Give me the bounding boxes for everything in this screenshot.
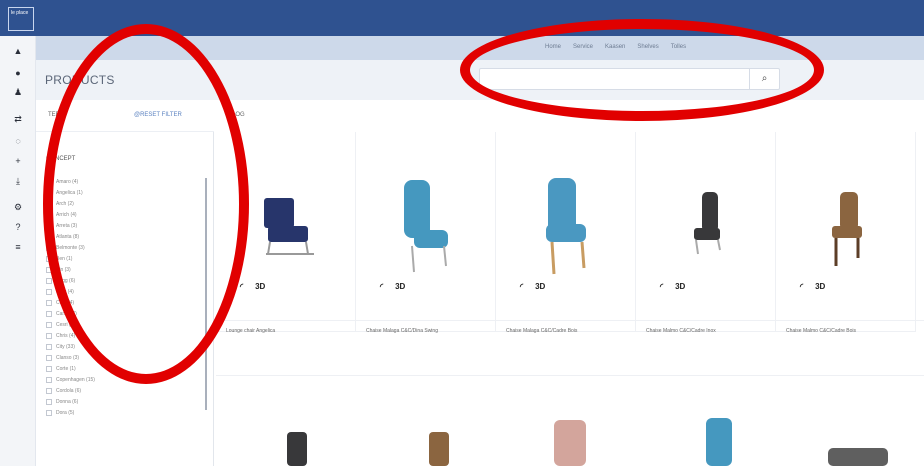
- product-name: Chaise Malaga C&C/Cadre Bois: [506, 328, 578, 334]
- chair-legs: [550, 241, 586, 275]
- checkbox[interactable]: [46, 376, 52, 383]
- 3d-button[interactable]: 3D: [535, 282, 545, 291]
- product-name: Chaise Malmo C&C/Cadre Inox: [646, 328, 716, 334]
- chair-seat: [414, 230, 448, 248]
- product-card[interactable]: ◜ 3D Chaise Malmo C&C/Cadre Bois: [776, 132, 916, 334]
- app-logo[interactable]: le place: [8, 7, 34, 31]
- checkbox[interactable]: [46, 299, 52, 306]
- product-tools: ◜ 3D: [660, 282, 685, 291]
- transfer-icon[interactable]: ⇄: [12, 114, 24, 124]
- settings-icon[interactable]: ⚙: [12, 202, 24, 212]
- chair-back: [702, 192, 718, 232]
- configure-icon[interactable]: ◜: [240, 282, 243, 291]
- checkbox[interactable]: [46, 365, 52, 372]
- filter-item[interactable]: Copenhagen (15): [46, 374, 95, 385]
- chair-frame: [695, 239, 721, 255]
- red-ring-annotation: [460, 19, 824, 121]
- filter-item-label: Corte (1): [56, 365, 76, 372]
- product-tools: ◜ 3D: [240, 282, 265, 291]
- filter-item-label: Donna (6): [56, 398, 79, 405]
- filter-item-label: Chris (4): [56, 332, 76, 339]
- refresh-icon[interactable]: ◌: [12, 136, 24, 146]
- chair-seat: [268, 226, 308, 242]
- configure-icon[interactable]: ◜: [520, 282, 523, 291]
- checkbox[interactable]: [46, 409, 52, 416]
- configure-icon[interactable]: ◜: [660, 282, 663, 291]
- filter-item[interactable]: Corte (1): [46, 363, 95, 374]
- checkbox[interactable]: [46, 332, 52, 339]
- add-icon[interactable]: +: [12, 156, 24, 166]
- product-tools: ◜ 3D: [380, 282, 405, 291]
- chair-back: [287, 432, 307, 466]
- chair-frame: [266, 241, 314, 255]
- filter-item-label: Clanso (3): [56, 354, 80, 361]
- checkbox[interactable]: [46, 277, 52, 284]
- configure-icon[interactable]: ◜: [800, 282, 803, 291]
- chair-back: [404, 180, 430, 238]
- checkbox[interactable]: [46, 310, 52, 317]
- chair-legs: [834, 238, 860, 266]
- filter-item[interactable]: Clanso (3): [46, 352, 95, 363]
- product-card[interactable]: ◜ 3D Chaise Malaga C&C/Dina Swing: [356, 132, 496, 334]
- filter-item[interactable]: Dora (5): [46, 407, 95, 418]
- red-ring-annotation: [43, 24, 249, 384]
- card-row-divider: [216, 320, 924, 321]
- product-name: Lounge chair Angelica: [226, 328, 276, 334]
- second-row-products: [216, 376, 924, 466]
- chair-image: [404, 180, 448, 273]
- product-tools: ◜ 3D: [800, 282, 825, 291]
- chair-frame: [411, 245, 447, 273]
- checkbox[interactable]: [46, 387, 52, 394]
- chair-back: [840, 192, 858, 230]
- chair-seat: [832, 226, 862, 238]
- 3d-button[interactable]: 3D: [395, 282, 405, 291]
- chair-back: [706, 418, 732, 466]
- home-icon[interactable]: ▲: [12, 46, 24, 56]
- pin-icon[interactable]: ●: [12, 68, 24, 78]
- chair-back: [429, 432, 449, 466]
- icon-rail: ▲ ● ♟ ⇄ ◌ + ⤓ ⚙ ? ≡: [0, 36, 36, 466]
- 3d-button[interactable]: 3D: [675, 282, 685, 291]
- chair-back: [264, 198, 294, 228]
- help-icon[interactable]: ?: [12, 222, 24, 232]
- checkbox[interactable]: [46, 398, 52, 405]
- download-icon[interactable]: ⤓: [12, 176, 24, 186]
- filter-item-label: Copenhagen (15): [56, 376, 95, 383]
- filter-item[interactable]: Cordola (6): [46, 385, 95, 396]
- bench-seat: [828, 448, 888, 466]
- list-icon[interactable]: ≡: [12, 242, 24, 252]
- configure-icon[interactable]: ◜: [380, 282, 383, 291]
- checkbox[interactable]: [46, 343, 52, 350]
- filter-item[interactable]: Donna (6): [46, 396, 95, 407]
- checkbox[interactable]: [46, 321, 52, 328]
- chair-image: [832, 192, 862, 266]
- 3d-button[interactable]: 3D: [255, 282, 265, 291]
- user-icon[interactable]: ♟: [12, 87, 24, 97]
- second-row-chairs: [287, 418, 888, 466]
- product-tools: ◜ 3D: [520, 282, 545, 291]
- chair-seat: [546, 224, 586, 242]
- product-card[interactable]: ◜ 3D Chaise Malaga C&C/Cadre Bois: [496, 132, 636, 334]
- checkbox[interactable]: [46, 354, 52, 361]
- filter-item-label: Dora (5): [56, 409, 75, 416]
- checkbox[interactable]: [46, 288, 52, 295]
- chair-seat: [694, 228, 720, 240]
- filter-item-label: Cordola (6): [56, 387, 82, 394]
- product-card[interactable]: ◜ 3D Chaise Malmo C&C/Cadre Inox: [636, 132, 776, 334]
- 3d-button[interactable]: 3D: [815, 282, 825, 291]
- chair-back: [554, 420, 586, 466]
- filter-item-label: City (33): [56, 343, 75, 350]
- product-name: Chaise Malmo C&C/Cadre Bois: [786, 328, 857, 334]
- product-name: Chaise Malaga C&C/Dina Swing: [366, 328, 438, 334]
- chair-image: [546, 178, 586, 275]
- chair-image: [694, 192, 721, 255]
